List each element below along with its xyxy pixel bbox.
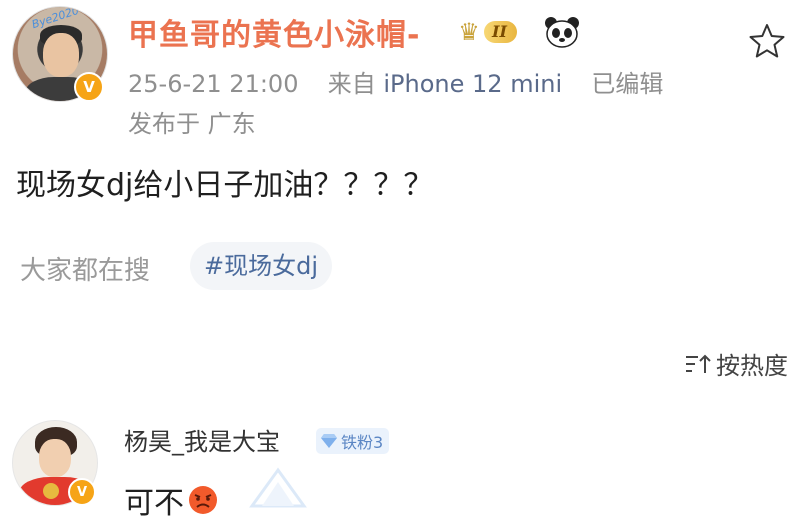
author-name[interactable]: 甲鱼哥的黄色小泳帽-	[128, 10, 420, 54]
panda-icon	[545, 17, 579, 48]
sort-label: 按热度	[716, 352, 788, 380]
topic-pill[interactable]: #现场女dj	[190, 242, 333, 290]
post-date: 25-6-21 21:00	[128, 70, 299, 98]
commenter-medal	[43, 483, 59, 499]
comment-text: 可不	[124, 486, 184, 521]
vip-badge[interactable]: ♛ II	[454, 18, 540, 46]
avatar-face	[43, 33, 79, 77]
crown-icon: ♛	[458, 18, 480, 46]
commenter-name[interactable]: 杨昊_我是大宝	[124, 422, 280, 457]
sort-icon	[686, 354, 711, 373]
sort-toggle[interactable]: 按热度	[684, 346, 788, 381]
commenter-v-badge-icon: V	[68, 478, 96, 506]
fan-badge[interactable]: 铁粉3	[316, 428, 390, 454]
diamond-icon	[321, 434, 337, 448]
star-outline-icon[interactable]	[748, 22, 786, 60]
v-badge-icon: V	[74, 72, 104, 102]
search-label: 大家都在搜	[20, 256, 151, 286]
post-location: 发布于 广东	[128, 110, 256, 138]
comment-text-row: 可不	[124, 478, 218, 522]
commenter-face	[39, 439, 71, 477]
watermark-icon	[249, 467, 307, 508]
angry-face-icon	[189, 486, 217, 514]
vip-level: II	[484, 21, 517, 43]
edited-label[interactable]: 已编辑	[591, 70, 663, 98]
post-meta: 25-6-21 21:00 来自 iPhone 12 mini 已编辑	[128, 64, 663, 99]
post-text: 现场女dj给小日子加油？？？？	[16, 168, 434, 203]
source-prefix: 来自	[327, 70, 376, 98]
source-device[interactable]: iPhone 12 mini	[383, 70, 562, 98]
fan-badge-label: 铁粉3	[341, 433, 384, 452]
